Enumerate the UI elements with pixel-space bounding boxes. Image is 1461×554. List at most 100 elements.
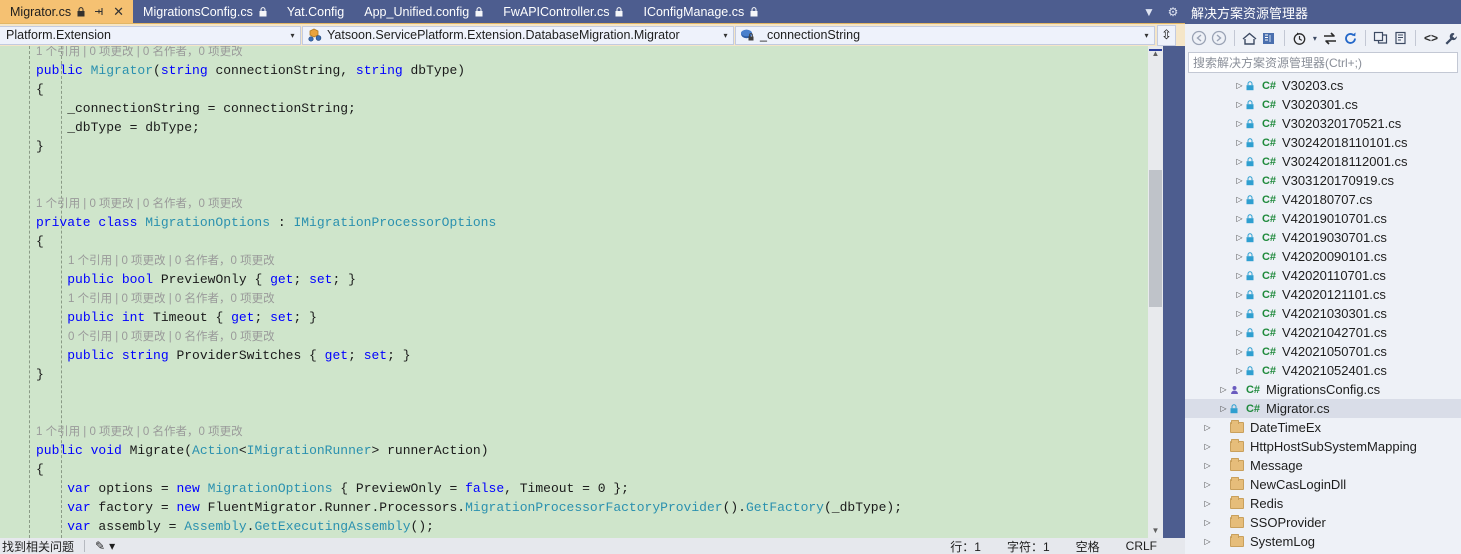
sync-icon[interactable] [1320, 28, 1339, 49]
chevron-right-icon[interactable]: ▷ [1233, 100, 1246, 109]
refresh-icon[interactable] [1341, 28, 1360, 49]
tree-file-row[interactable]: ▷ C# V42020110701.cs [1185, 266, 1461, 285]
codelens-text[interactable]: 1 个引用 | 0 项更改 | 0 名作者，0 项更改 [36, 46, 243, 58]
code-text-area[interactable]: 1 个引用 | 0 项更改 | 0 名作者，0 项更改 public Migrat… [0, 46, 1148, 538]
codelens-text[interactable]: 0 个引用 | 0 项更改 | 0 名作者，0 项更改 [68, 331, 275, 343]
scrollbar-thumb[interactable] [1149, 170, 1162, 307]
tab-overflow-icon[interactable]: ▼ [1137, 0, 1161, 23]
chevron-right-icon[interactable]: ▷ [1233, 195, 1246, 204]
chevron-right-icon[interactable]: ▷ [1217, 404, 1230, 413]
status-brush-control[interactable]: ✎ ▾ [95, 539, 115, 553]
chevron-right-icon[interactable]: ▷ [1201, 480, 1214, 489]
document-tab-app-unified-config[interactable]: App_Unified.config [354, 0, 494, 23]
chevron-right-icon[interactable]: ▷ [1233, 328, 1246, 337]
chevron-right-icon[interactable]: ▷ [1201, 518, 1214, 527]
tree-file-row[interactable]: ▷ C# V303120170919.cs [1185, 171, 1461, 190]
forward-icon[interactable] [1209, 28, 1228, 49]
chevron-right-icon[interactable]: ▷ [1233, 138, 1246, 147]
settings-wrench-icon[interactable] [1442, 28, 1461, 49]
chevron-right-icon[interactable]: ▷ [1217, 385, 1230, 394]
scroll-down-icon[interactable]: ▼ [1148, 523, 1163, 538]
chevron-right-icon[interactable]: ▷ [1233, 81, 1246, 90]
codelens-text[interactable]: 1 个引用 | 0 项更改 | 0 名作者，0 项更改 [68, 255, 275, 267]
tree-item-label: V30242018112001.cs [1282, 154, 1408, 169]
document-tab-migrator-cs[interactable]: Migrator.cs ✕ [0, 0, 134, 23]
close-tab-icon[interactable]: ✕ [113, 4, 124, 20]
home-icon[interactable] [1239, 28, 1258, 49]
scroll-up-icon[interactable]: ▲ [1148, 46, 1163, 61]
codelens-text[interactable]: 1 个引用 | 0 项更改 | 0 名作者，0 项更改 [36, 426, 243, 438]
document-tab-migrationsconfig-cs[interactable]: MigrationsConfig.cs [133, 0, 277, 23]
csharp-file-icon: C# [1245, 402, 1261, 415]
tree-folder-row[interactable]: ▷ Message [1185, 456, 1461, 475]
codelens-text[interactable]: 1 个引用 | 0 项更改 | 0 名作者，0 项更改 [36, 198, 243, 210]
collapse-all-icon[interactable] [1371, 28, 1390, 49]
chevron-right-icon[interactable]: ▷ [1233, 176, 1246, 185]
chevron-right-icon[interactable]: ▷ [1233, 157, 1246, 166]
tree-file-row[interactable]: ▷ C# Migrator.cs [1185, 399, 1461, 418]
chevron-right-icon[interactable]: ▷ [1233, 290, 1246, 299]
chevron-right-icon[interactable]: ▷ [1233, 119, 1246, 128]
checked-out-lock-icon [1246, 99, 1259, 110]
tree-folder-row[interactable]: ▷ NewCasLoginDll [1185, 475, 1461, 494]
tab-settings-gear-icon[interactable]: ⚙ [1161, 0, 1185, 23]
tree-item-label: V42021042701.cs [1282, 325, 1387, 340]
tree-file-row[interactable]: ▷ C# V30203.cs [1185, 76, 1461, 95]
solution-explorer-search-input[interactable]: 搜索解决方案资源管理器(Ctrl+;) [1188, 52, 1458, 73]
back-icon[interactable] [1189, 28, 1208, 49]
solution-explorer-tree[interactable]: ▷ C# V30203.cs ▷ C# V3020301.cs ▷ C# V3020320170… [1185, 76, 1461, 554]
tree-file-row[interactable]: ▷ C# V42020090101.cs [1185, 247, 1461, 266]
tree-file-row[interactable]: ▷ C# V3020301.cs [1185, 95, 1461, 114]
tree-item-label: DateTimeEx [1250, 420, 1322, 435]
codelens-text[interactable]: 1 个引用 | 0 项更改 | 0 名作者，0 项更改 [68, 293, 275, 305]
chevron-right-icon[interactable]: ▷ [1201, 442, 1214, 451]
chevron-right-icon[interactable]: ▷ [1233, 366, 1246, 375]
tree-folder-row[interactable]: ▷ Redis [1185, 494, 1461, 513]
chevron-right-icon[interactable]: ▷ [1233, 347, 1246, 356]
project-dropdown[interactable]: Platform.Extension ▾ [0, 25, 301, 45]
type-dropdown[interactable]: Yatsoon.ServicePlatform.Extension.Databa… [302, 25, 734, 45]
document-tab-iconfigmanage-cs[interactable]: IConfigManage.cs [633, 0, 769, 23]
chevron-right-icon[interactable]: ▷ [1233, 233, 1246, 242]
tree-file-row[interactable]: ▷ C# V3020320170521.cs [1185, 114, 1461, 133]
tree-file-row[interactable]: ▷ C# V42021052401.cs [1185, 361, 1461, 380]
tree-folder-row[interactable]: ▷ HttpHostSubSystemMapping [1185, 437, 1461, 456]
tree-file-row[interactable]: ▷ C# V42019010701.cs [1185, 209, 1461, 228]
tree-file-row[interactable]: ▷ C# V42020121101.cs [1185, 285, 1461, 304]
properties-icon[interactable] [1391, 28, 1410, 49]
show-all-files-icon[interactable]: <> [1421, 28, 1440, 49]
document-tab-yat-config[interactable]: Yat.Config [276, 0, 355, 23]
pending-changes-icon[interactable] [1260, 28, 1279, 49]
codelens-annotation: 1 个引用 | 0 项更改 | 0 名作者，0 项更改 [0, 46, 902, 61]
code-editor-surface[interactable]: 1 个引用 | 0 项更改 | 0 名作者，0 项更改 public Migrat… [0, 46, 1185, 538]
tree-file-row[interactable]: ▷ C# V42021030301.cs [1185, 304, 1461, 323]
tree-file-row[interactable]: ▷ C# MigrationsConfig.cs [1185, 380, 1461, 399]
chevron-right-icon[interactable]: ▷ [1201, 461, 1214, 470]
chevron-right-icon[interactable]: ▷ [1233, 214, 1246, 223]
code-line-content: } [36, 139, 44, 154]
pin-tab-icon[interactable] [94, 6, 105, 17]
member-dropdown[interactable]: _connectionString ▾ [735, 25, 1155, 45]
chevron-right-icon[interactable]: ▷ [1201, 499, 1214, 508]
tab-label: App_Unified.config [364, 4, 470, 19]
tree-file-row[interactable]: ▷ C# V42021042701.cs [1185, 323, 1461, 342]
history-icon[interactable] [1290, 28, 1309, 49]
chevron-right-icon[interactable]: ▷ [1201, 537, 1214, 546]
tree-file-row[interactable]: ▷ C# V42021050701.cs [1185, 342, 1461, 361]
tree-file-row[interactable]: ▷ C# V42019030701.cs [1185, 228, 1461, 247]
chevron-right-icon[interactable]: ▷ [1233, 309, 1246, 318]
tree-folder-row[interactable]: ▷ SSOProvider [1185, 513, 1461, 532]
split-view-button[interactable]: ⇳ [1157, 24, 1176, 46]
history-dropdown-icon[interactable]: ▾ [1310, 28, 1319, 49]
tree-folder-row[interactable]: ▷ DateTimeEx [1185, 418, 1461, 437]
code-line: private class MigrationOptions : IMigrat… [0, 213, 902, 232]
tree-folder-row[interactable]: ▷ SystemLog [1185, 532, 1461, 551]
chevron-right-icon[interactable]: ▷ [1233, 252, 1246, 261]
tree-file-row[interactable]: ▷ C# V30242018110101.cs [1185, 133, 1461, 152]
tree-file-row[interactable]: ▷ C# V30242018112001.cs [1185, 152, 1461, 171]
chevron-right-icon[interactable]: ▷ [1233, 271, 1246, 280]
document-tab-fwapicontroller-cs[interactable]: FwAPIController.cs [493, 0, 634, 23]
editor-vertical-scrollbar[interactable]: ▲ ▼ [1148, 46, 1163, 538]
chevron-right-icon[interactable]: ▷ [1201, 423, 1214, 432]
tree-file-row[interactable]: ▷ C# V420180707.cs [1185, 190, 1461, 209]
